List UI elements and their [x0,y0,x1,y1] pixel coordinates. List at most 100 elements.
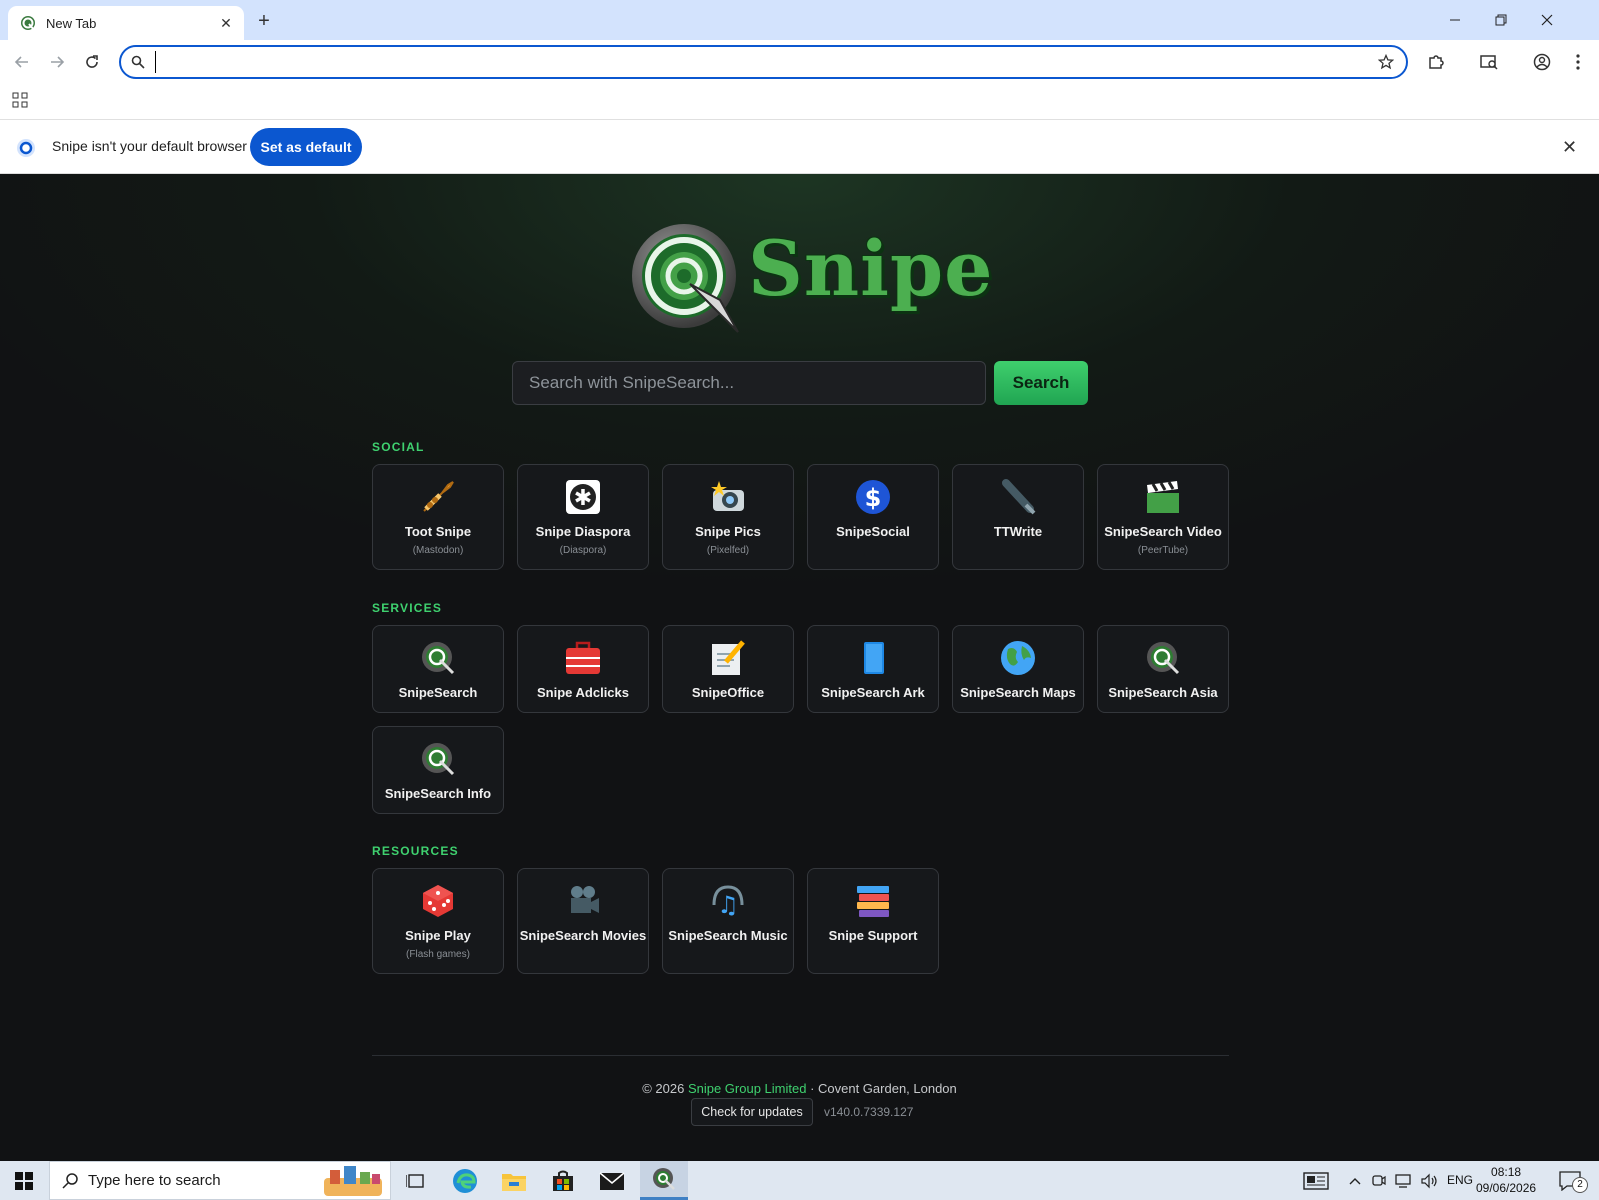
svg-text:♫: ♫ [717,891,739,919]
tile-snipeoffice[interactable]: SnipeOffice [662,625,794,713]
back-button[interactable] [10,50,34,74]
search-button[interactable]: Search [994,361,1088,405]
tile-snipe-play[interactable]: Snipe Play (Flash games) [372,868,504,974]
close-window-button[interactable] [1524,8,1570,32]
snipe-browser-taskbar-icon[interactable] [640,1161,688,1200]
clock-date: 09/06/2026 [1476,1181,1537,1195]
tile-snipesearch-music[interactable]: ♫ SnipeSearch Music [662,868,794,974]
tab-search-icon[interactable] [1477,50,1501,74]
reload-button[interactable] [80,50,104,74]
tile-label: Snipe Support [828,928,918,943]
mail-icon[interactable] [590,1164,634,1198]
start-windows-icon[interactable] [2,1164,46,1198]
file-explorer-icon[interactable] [492,1164,536,1198]
infobar-message: Snipe isn't your default browser [52,138,247,154]
clapperboard-icon [1145,479,1181,515]
tile-sublabel: (PeerTube) [1137,545,1189,556]
address-input[interactable] [155,51,1335,73]
books-stack-icon [855,883,891,919]
tile-label: SnipeSearch Asia [1108,685,1218,700]
section-title-services: SERVICES [372,601,443,615]
tile-label: SnipeSearch [398,685,478,700]
asterisk-icon: ✱ [565,479,601,515]
snipe-favicon-icon [21,16,35,31]
volume-icon[interactable] [1417,1164,1443,1198]
tile-ttwrite[interactable]: TTWrite [952,464,1084,570]
tile-snipesearch-asia[interactable]: SnipeSearch Asia [1097,625,1229,713]
clock-time: 08:18 [1491,1165,1522,1179]
apps-grid-icon[interactable] [12,92,28,113]
tile-snipe-support[interactable]: Snipe Support [807,868,939,974]
restore-button[interactable] [1478,8,1524,32]
tile-label: SnipeSearch Music [668,928,788,943]
snipe-logo-icon [1145,640,1181,676]
film-camera-icon [565,883,601,919]
set-as-default-button[interactable]: Set as default [250,128,362,166]
company-link[interactable]: Snipe Group Limited [688,1081,807,1096]
search-icon [131,55,145,69]
tile-snipe-diaspora[interactable]: ✱ Snipe Diaspora (Diaspora) [517,464,649,570]
globe-icon [1000,640,1036,676]
copyright-prefix: © 2026 [642,1081,688,1096]
tab-close-icon[interactable]: ✕ [218,15,234,32]
task-view-icon[interactable] [394,1164,438,1198]
menu-icon[interactable] [1566,50,1590,74]
dollar-s-icon: $ [855,479,891,515]
music-note-icon: ♫ [710,883,746,919]
version-label: v140.0.7339.127 [824,1105,914,1119]
news-widget-icon[interactable] [1294,1164,1338,1198]
svg-text:✱: ✱ [574,486,592,511]
memo-pencil-icon [710,640,746,676]
new-tab-button[interactable]: + [252,10,276,34]
browser-tab[interactable]: New Tab ✕ [8,6,244,40]
language-indicator[interactable]: ENG [1447,1173,1473,1187]
tile-snipesearch-info[interactable]: SnipeSearch Info [372,726,504,814]
logo-text: Snipe [748,224,994,313]
taskbar-search-box[interactable]: Type here to search [49,1161,391,1200]
footer-divider [372,1055,1229,1056]
tile-sublabel: (Diaspora) [559,545,607,556]
tile-snipe-adclicks[interactable]: Snipe Adclicks [517,625,649,713]
tile-label: Snipe Pics [695,524,761,539]
trumpet-icon [420,479,456,515]
profile-icon[interactable] [1530,50,1554,74]
notifications-icon[interactable]: 2 [1548,1164,1592,1198]
snipe-logo-icon [420,640,456,676]
meet-now-icon[interactable] [1368,1164,1390,1198]
tile-label: SnipeSearch Movies [519,928,647,943]
microsoft-store-icon[interactable] [541,1164,585,1198]
edge-browser-icon[interactable] [443,1164,487,1198]
snipe-logo: Snipe [630,222,993,334]
section-title-social: SOCIAL [372,440,425,454]
copyright-location: · Covent Garden, London [806,1081,957,1096]
tile-snipesearch-video[interactable]: SnipeSearch Video (PeerTube) [1097,464,1229,570]
snipesearch-input[interactable] [512,361,986,405]
tile-snipesocial[interactable]: $ SnipeSocial [807,464,939,570]
tile-label: Snipe Play [405,928,471,943]
tile-snipe-pics[interactable]: Snipe Pics (Pixelfed) [662,464,794,570]
tab-title: New Tab [46,15,97,31]
dice-icon [420,883,456,919]
svg-text:$: $ [865,484,882,512]
tile-sublabel: (Flash games) [406,949,470,960]
tile-label: SnipeSearch Video [1104,524,1222,539]
bookmark-star-icon[interactable] [1378,54,1394,70]
tile-label: SnipeOffice [691,685,765,700]
network-icon[interactable] [1391,1164,1417,1198]
infobar-close-icon[interactable]: ✕ [1562,137,1577,158]
minimize-button[interactable] [1432,8,1478,32]
forward-button[interactable] [45,50,69,74]
check-updates-button[interactable]: Check for updates [691,1098,813,1126]
tile-snipesearch[interactable]: SnipeSearch [372,625,504,713]
tile-snipesearch-ark[interactable]: SnipeSearch Ark [807,625,939,713]
address-bar[interactable] [119,45,1408,79]
tile-snipesearch-maps[interactable]: SnipeSearch Maps [952,625,1084,713]
tile-label: SnipeSearch Ark [821,685,925,700]
taskbar-clock[interactable]: 08:18 09/06/2026 [1476,1164,1536,1196]
snipe-logo-icon [420,741,456,777]
section-title-resources: RESOURCES [372,844,459,858]
tile-snipesearch-movies[interactable]: SnipeSearch Movies [517,868,649,974]
extensions-icon[interactable] [1424,50,1448,74]
tile-toot-snipe[interactable]: Toot Snipe (Mastodon) [372,464,504,570]
browser-logo-icon [16,138,36,163]
